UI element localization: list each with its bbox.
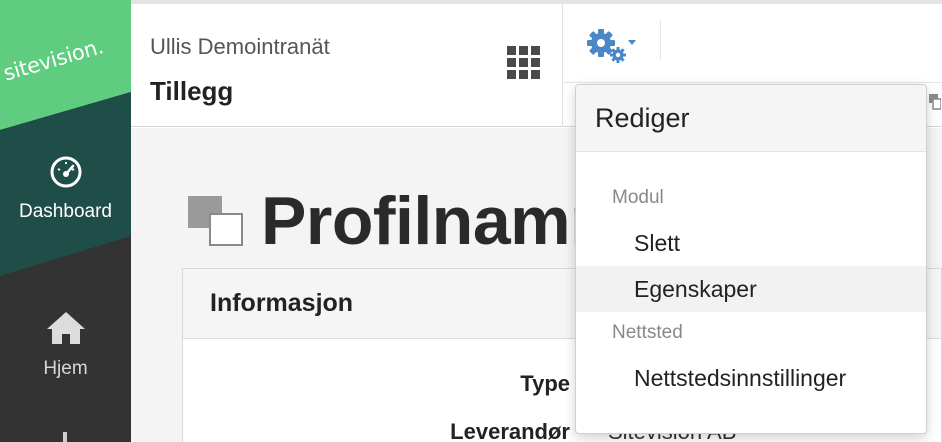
field-label-type: Type xyxy=(520,371,570,396)
home-icon xyxy=(46,312,85,344)
edit-dropdown-menu: Rediger Modul Slett Egenskaper Nettsted … xyxy=(575,84,927,434)
site-name[interactable]: Ullis Demointranät xyxy=(150,34,330,60)
dropdown-section-modul: Modul xyxy=(612,187,664,208)
page-name: Tillegg xyxy=(150,76,234,106)
sidebar: sitevision. Dashboard Hjem xyxy=(0,0,131,442)
sidebar-item-label: Dashboard xyxy=(19,201,112,222)
settings-gear-icon[interactable] xyxy=(583,24,643,68)
page-title: Profilnamn xyxy=(261,183,612,259)
field-label-leverandor: Leverandør xyxy=(450,419,570,442)
sidebar-item-hjem[interactable]: Hjem xyxy=(0,310,131,380)
sidebar-item-dashboard[interactable]: Dashboard xyxy=(0,155,131,223)
header-divider xyxy=(660,20,661,60)
dropdown-heading: Rediger xyxy=(576,85,926,152)
menu-item-slett[interactable]: Slett xyxy=(576,220,926,266)
gauge-icon xyxy=(50,156,81,188)
module-icon xyxy=(188,196,243,246)
apps-grid-icon[interactable] xyxy=(507,46,541,80)
plus-icon[interactable] xyxy=(54,428,76,442)
dropdown-section-nettsted: Nettsted xyxy=(612,322,683,343)
menu-item-nettstedsinnstillinger[interactable]: Nettstedsinnstillinger xyxy=(576,355,926,401)
menu-item-egenskaper[interactable]: Egenskaper xyxy=(576,266,926,312)
sidebar-item-label: Hjem xyxy=(43,358,88,379)
partial-icon xyxy=(929,94,941,110)
